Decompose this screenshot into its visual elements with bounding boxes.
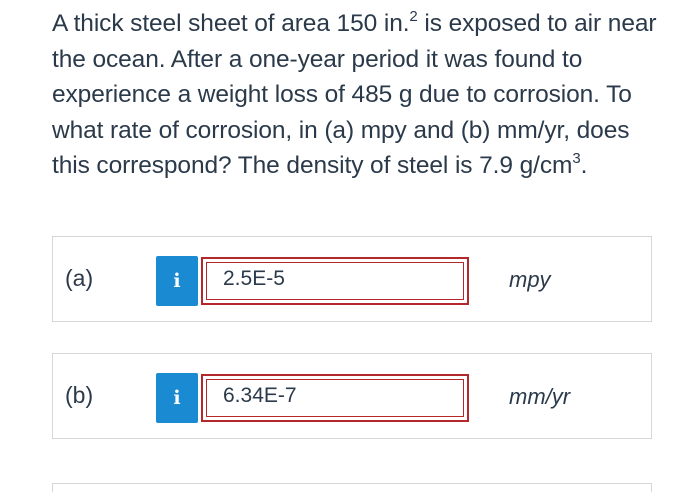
question-text: A thick steel sheet of area 150 in.2 is …	[52, 6, 672, 184]
superscript-3: 3	[572, 149, 581, 167]
next-answer-row-partial	[52, 483, 652, 492]
answer-value-a: 2.5E-5	[223, 267, 285, 290]
part-label-b: (b)	[65, 382, 94, 408]
info-icon[interactable]: i	[156, 373, 198, 423]
answer-input-a[interactable]: 2.5E-5	[201, 257, 469, 305]
answer-value-b: 6.34E-7	[223, 384, 297, 407]
part-label-a: (a)	[65, 265, 94, 291]
info-icon[interactable]: i	[156, 256, 198, 306]
unit-label-b: mm/yr	[509, 384, 571, 409]
question-text-part: .	[580, 152, 588, 179]
superscript-2: 2	[409, 7, 418, 25]
unit-label-a: mpy	[509, 267, 551, 292]
answer-row-b: (b) i 6.34E-7 mm/yr	[52, 353, 652, 439]
answer-row-a: (a) i 2.5E-5 mpy	[52, 236, 652, 322]
question-text-part: A thick steel sheet of area 150 in.	[52, 10, 410, 37]
answer-input-b[interactable]: 6.34E-7	[201, 374, 469, 422]
